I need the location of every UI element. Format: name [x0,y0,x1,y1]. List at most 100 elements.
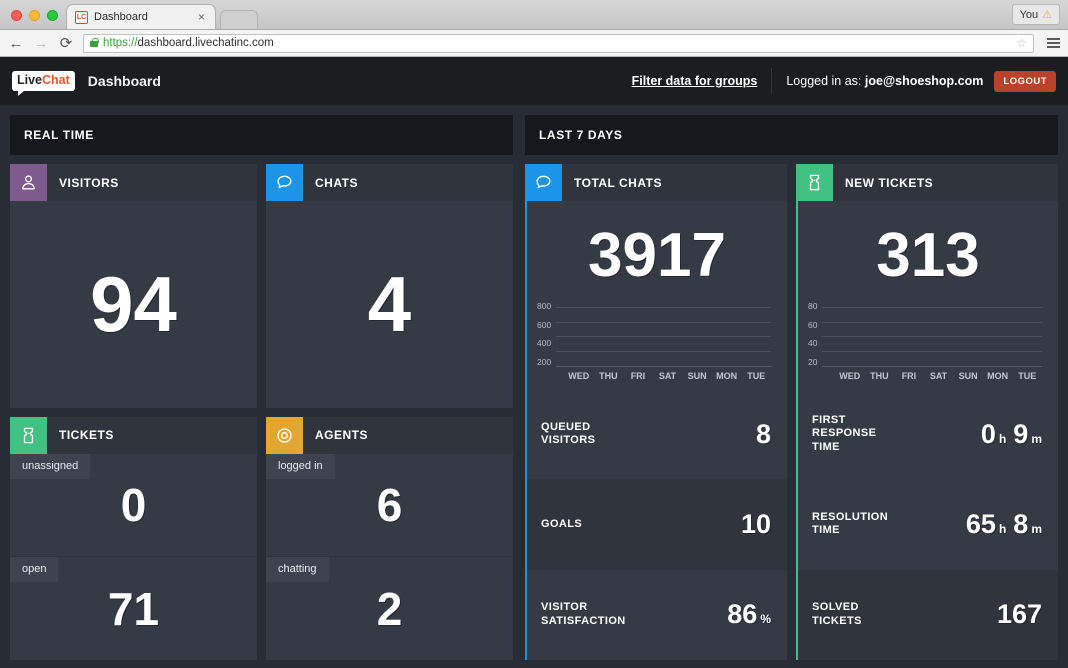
logout-button[interactable]: LOGOUT [994,71,1056,92]
gridline [556,322,771,323]
x-tick-label: SAT [653,371,683,381]
gridline [556,307,771,308]
livechat-logo: LiveChat [12,71,75,90]
back-icon[interactable]: ← [8,36,24,51]
card-tickets-body: unassigned 0 open 71 [10,454,257,661]
metric-value: 8 [756,421,771,448]
metric-unit: h [999,523,1006,535]
metric-number: 0 [981,421,996,448]
card-tickets[interactable]: TICKETS unassigned 0 open 71 [10,417,257,661]
card-agents[interactable]: AGENTS logged in 6 chatting 2 [266,417,513,661]
visitors-value: 94 [10,201,257,408]
agents-value-logged-in: 6 [377,482,403,528]
realtime-grid: VISITORS 94 [10,155,513,660]
address-bar[interactable]: https://dashboard.livechatinc.com ☆ [83,34,1034,53]
metric-label: GOALS [541,518,582,531]
metric-value: 10 [741,511,771,538]
card-visitors[interactable]: VISITORS 94 [10,164,257,408]
url-text: https://dashboard.livechatinc.com [103,37,274,49]
chart-bars [822,301,1042,366]
profile-badge[interactable]: You ⚠ [1012,4,1060,25]
metric-value: 86% [727,601,771,628]
gridline [822,351,1042,352]
browser-window: LC Dashboard × You ⚠ ← → ⟳ https://dashb… [0,0,1068,668]
new-tab-button[interactable] [220,10,258,29]
card-new-tickets[interactable]: NEW TICKETS 313 80604020 [796,164,1058,660]
card-total-chats[interactable]: TOTAL CHATS 3917 800600400200 [525,164,787,660]
lifebuoy-icon [266,417,303,454]
logged-in-text: Logged in as: joe@shoeshop.com [786,74,983,88]
agents-chip-chatting: chatting [266,557,329,582]
window-controls[interactable] [11,10,58,21]
agents-row-chatting: chatting 2 [266,556,513,660]
chart-bars-region [822,301,1042,367]
tickets-value-unassigned: 0 [121,482,147,528]
new-tickets-summary: 313 80604020 WEDTHUFRISATSUNMONTUE [798,201,1058,660]
header-actions: Filter data for groups Logged in as: joe… [632,57,1056,105]
chart-bars [556,301,771,366]
gridline [822,336,1042,337]
card-tickets-label: TICKETS [47,417,114,454]
last7days-grid: TOTAL CHATS 3917 800600400200 [525,155,1058,660]
metric-value: 167 [997,601,1042,628]
logo-chat-text: Chat [42,73,70,87]
user-icon [10,164,47,201]
close-icon[interactable]: × [196,10,207,24]
metric-label: SOLVED TICKETS [812,601,862,628]
card-total-chats-header: TOTAL CHATS [525,164,787,201]
tickets-value-open: 71 [108,586,159,632]
card-chats-label: CHATS [303,164,358,201]
metric-number: 8 [756,421,771,448]
metric-queued-visitors: QUEUED VISITORS 8 [527,389,787,479]
page-title: Dashboard [88,73,161,89]
chart-plot-area: 800600400200 [537,301,771,367]
gridline [822,322,1042,323]
logged-in-prefix: Logged in as: [786,74,861,88]
metric-label: FIRST RESPONSE TIME [812,414,876,454]
agents-value-chatting: 2 [377,586,403,632]
metric-number-2: 8 [1013,511,1028,538]
x-tick-label: TUE [741,371,771,381]
total-chats-metrics: QUEUED VISITORS 8 GOALS 10 VISITOR SATIS… [527,389,787,660]
filter-data-for-groups-link[interactable]: Filter data for groups [632,74,772,88]
url-scheme: https:// [103,37,138,49]
card-chats[interactable]: CHATS 4 [266,164,513,408]
card-tickets-header: TICKETS [10,417,257,454]
x-tick-label: MON [712,371,742,381]
metric-unit: % [760,613,771,625]
reload-icon[interactable]: ⟳ [58,36,74,51]
gridline [556,336,771,337]
metric-value: 0h9m [981,421,1042,448]
card-new-tickets-body: 313 80604020 WEDTHUFRISATSUNMONTUE [796,201,1058,660]
x-tick-label: THU [865,371,895,381]
x-tick-label: SUN [953,371,983,381]
logo-live-text: Live [17,73,42,87]
metric-unit-2: m [1031,523,1042,535]
card-total-chats-body: 3917 800600400200 WEDTHUFRISATSUNMONTUE [525,201,787,660]
chat-bubble-icon [525,164,562,201]
dashboard-body: REAL TIME VISITORS [0,105,1068,668]
star-icon[interactable]: ☆ [1016,36,1027,50]
browser-tab[interactable]: LC Dashboard × [66,4,216,29]
forward-icon[interactable]: → [33,36,49,51]
x-tick-label: WED [835,371,865,381]
total-chats-summary: 3917 800600400200 WEDTHUFRISATSUNMONTUE [527,201,787,660]
hamburger-icon[interactable] [1047,38,1060,48]
last7days-panel: LAST 7 DAYS TOTAL CHATS [525,115,1058,660]
lock-icon [90,41,98,47]
tickets-chip-open: open [10,557,58,582]
metric-number: 65 [966,511,996,538]
realtime-column-right: CHATS 4 [266,164,513,660]
chart-y-axis: 800600400200 [537,301,556,367]
chart-x-axis: WEDTHUFRISATSUNMONTUE [808,367,1042,381]
browser-tab-bar: LC Dashboard × You ⚠ [0,0,1068,30]
minimize-window-button[interactable] [29,10,40,21]
last7days-heading: LAST 7 DAYS [525,115,1058,155]
maximize-window-button[interactable] [47,10,58,21]
close-window-button[interactable] [11,10,22,21]
new-tickets-bar-chart: 80604020 WEDTHUFRISATSUNMONTUE [798,299,1058,389]
tickets-chip-unassigned: unassigned [10,454,90,479]
livechat-favicon: LC [75,11,88,24]
x-tick-label: FRI [623,371,653,381]
agents-stack: logged in 6 chatting 2 [266,454,513,661]
